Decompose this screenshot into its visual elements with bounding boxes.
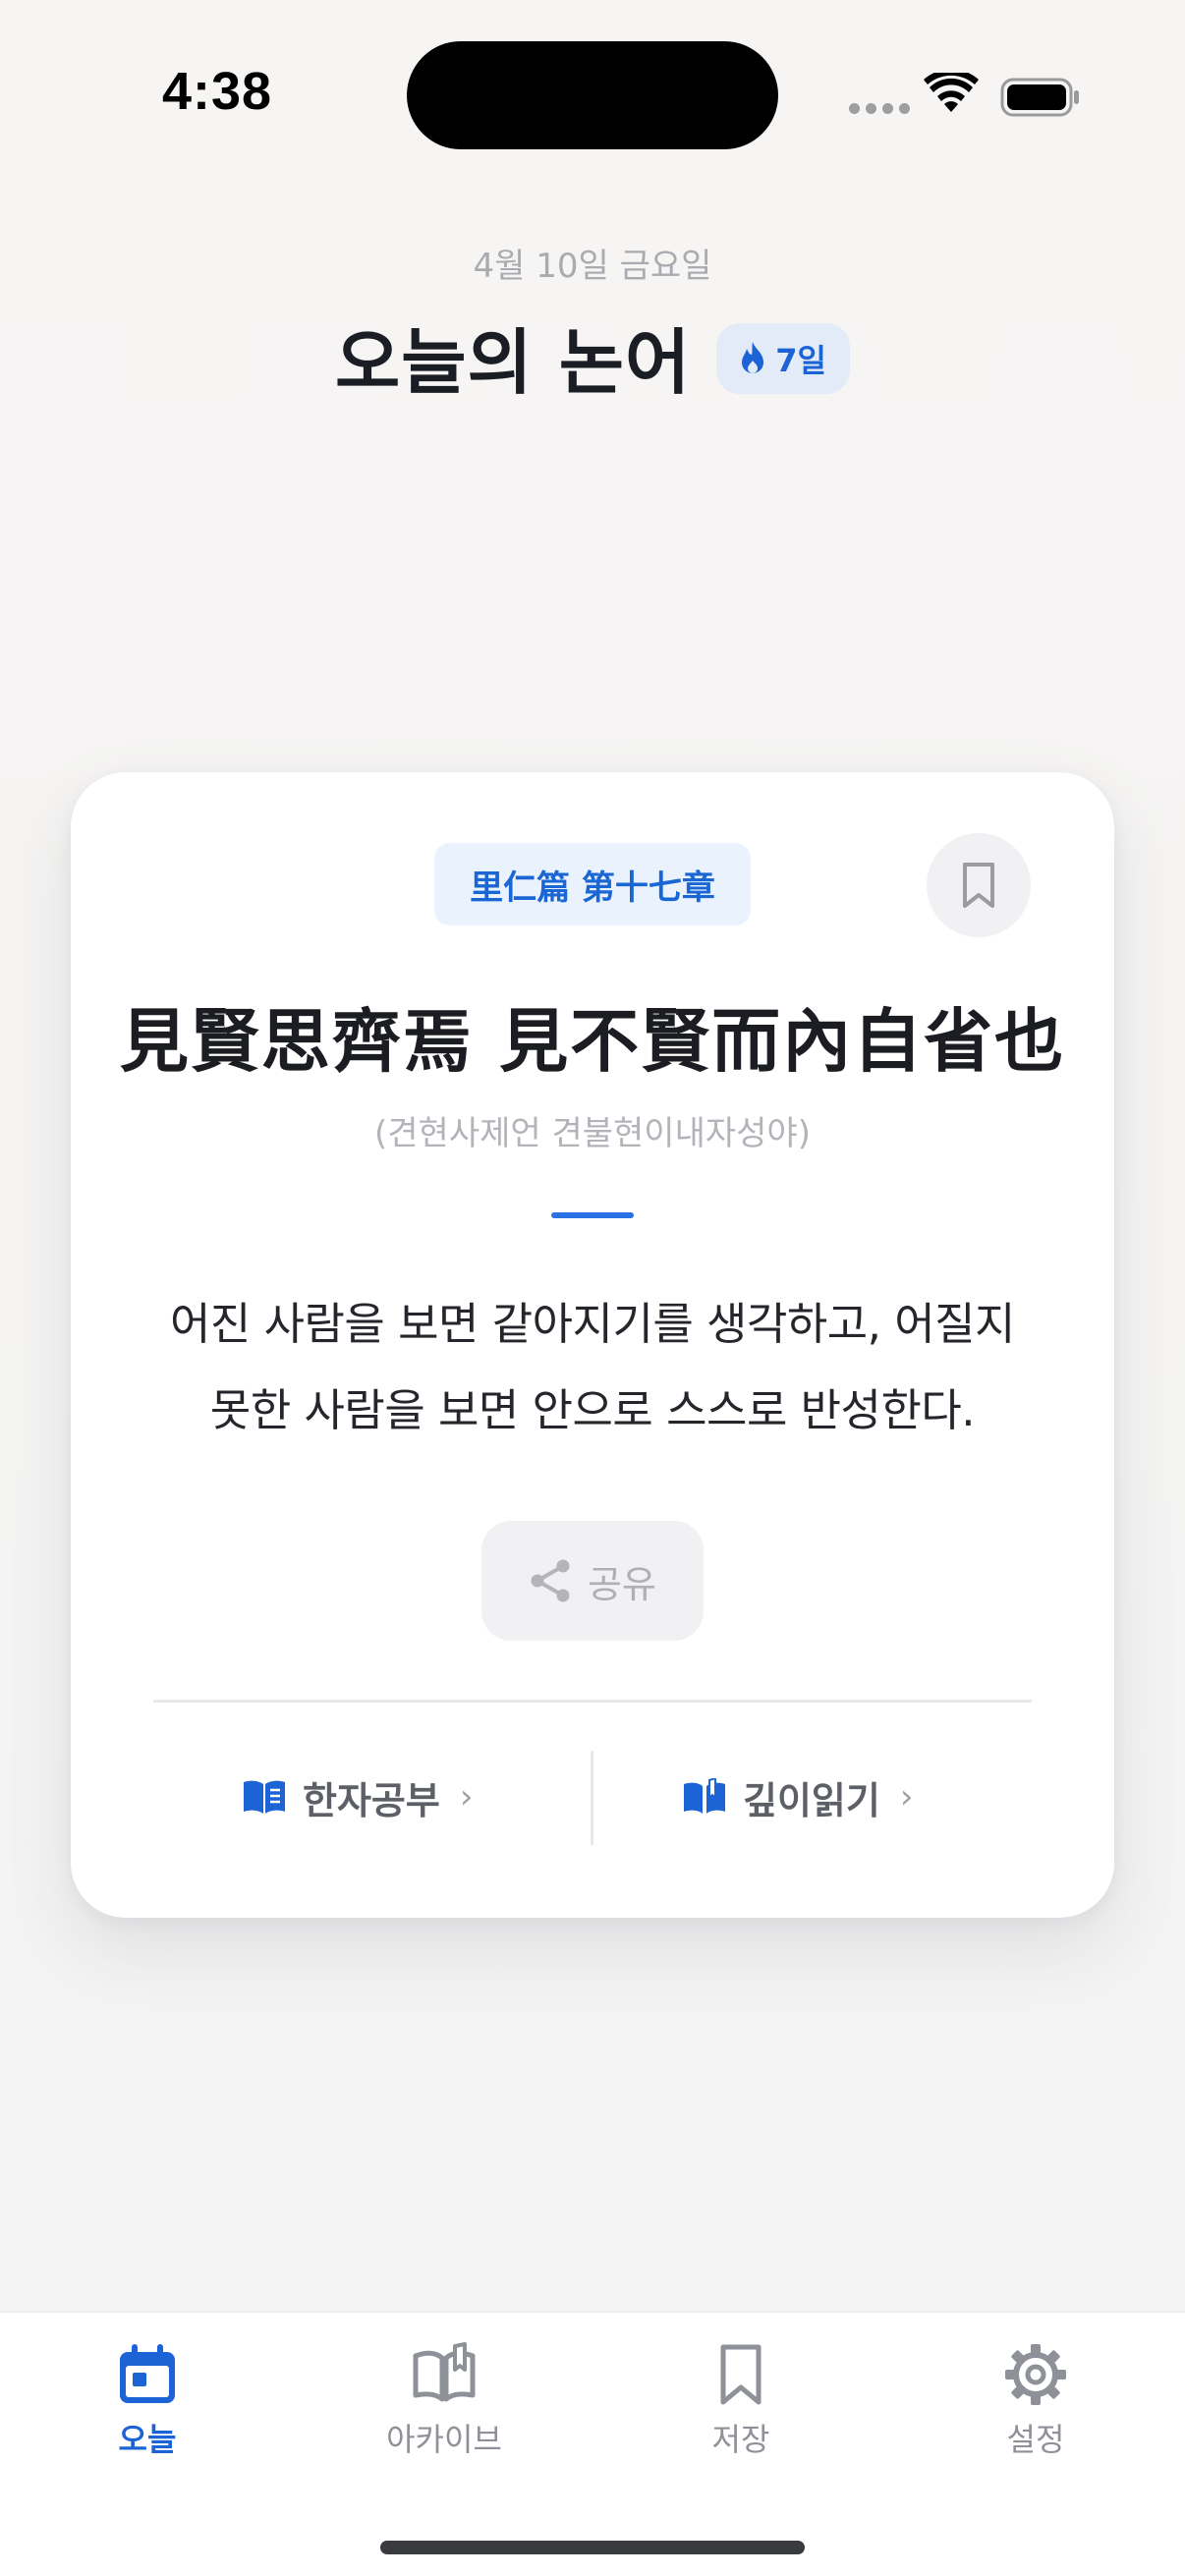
bookmark-button[interactable] [927,833,1031,937]
tab-label: 저장 [711,2421,770,2458]
page-title: 오늘의 논어 [335,321,692,404]
cellular-signal-icon [849,103,910,114]
share-icon [531,1559,570,1602]
date-label: 4월 10일 금요일 [473,247,712,286]
tab-settings[interactable]: 설정 [937,2342,1134,2460]
card-divider [153,1700,1032,1703]
tab-label: 오늘 [118,2421,177,2458]
tab-label: 아카이브 [386,2421,502,2458]
book-icon [244,1780,285,1814]
dynamic-island [407,41,778,149]
title-row: 오늘의 논어 7일 [0,305,1185,408]
book-open-icon [413,2342,476,2402]
deep-read-label: 깊이읽기 [743,1778,880,1822]
bookmark-icon [963,863,994,908]
calendar-icon [120,2344,175,2403]
accent-divider [551,1212,634,1218]
share-button[interactable]: 공유 [481,1521,704,1641]
tab-bar: 오늘 아카이브 저장 설정 [0,2311,1185,2576]
tab-archive[interactable]: 아카이브 [346,2342,542,2460]
gear-icon [1005,2344,1066,2405]
translation-text: 어진 사람을 보면 같아지기를 생각하고, 어질지 못한 사람을 보면 안으로 … [170,1298,1015,1436]
deep-read-link[interactable]: 깊이읽기 › [682,1755,913,1839]
streak-count: 7일 [775,341,826,379]
hanja-text: 見賢思齊焉 見不賢而內自省也 [119,1000,1066,1082]
wifi-icon [924,73,979,112]
open-book-icon [684,1778,725,1814]
screen: 4:38 4월 10일 금요일 오늘의 논어 7일 里仁篇 第十七章 見賢思齊焉… [0,0,1185,2576]
battery-icon [1000,78,1079,117]
tab-saved[interactable]: 저장 [643,2342,839,2460]
quote-card: 里仁篇 第十七章 見賢思齊焉 見不賢而內自省也 (견현사제언 견불현이내자성야)… [71,772,1114,1918]
chevron-right-icon: › [899,1777,914,1817]
status-time: 4:38 [162,62,273,121]
chevron-right-icon: › [459,1777,474,1817]
bookmark-icon [720,2344,762,2405]
link-divider [591,1751,593,1845]
home-indicator[interactable] [380,2541,805,2554]
tab-label: 설정 [1006,2421,1065,2458]
hanja-study-link[interactable]: 한자공부 › [242,1755,473,1839]
flame-icon [742,341,764,373]
hanja-study-label: 한자공부 [303,1778,440,1822]
reading-text: (견현사제언 견불현이내자성야) [374,1114,811,1153]
share-label: 공유 [588,1562,656,1606]
tab-today[interactable]: 오늘 [49,2342,246,2460]
streak-badge: 7일 [716,322,850,394]
chapter-tag: 里仁篇 第十七章 [434,843,751,925]
